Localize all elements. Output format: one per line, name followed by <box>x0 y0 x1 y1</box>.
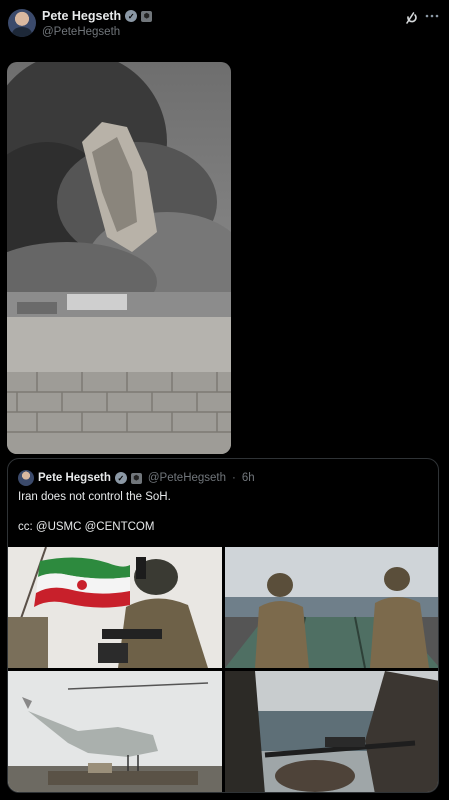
quoted-text-line-1: Iran does not control the SoH. <box>18 491 171 503</box>
quoted-author-name: Pete Hegseth <box>38 472 111 484</box>
quoted-image-helicopter[interactable] <box>8 671 222 792</box>
more-options-icon[interactable] <box>424 9 440 23</box>
verified-check-icon: ✓ <box>114 472 127 484</box>
quoted-author-avatar <box>18 470 34 486</box>
post-header: Pete Hegseth ✓ ⬢ @PeteHegseth <box>0 0 449 56</box>
author-avatar[interactable] <box>8 9 36 37</box>
author-handle[interactable]: @PeteHegseth <box>42 26 120 38</box>
government-badge-icon[interactable]: ⬢ <box>141 10 153 22</box>
quoted-post[interactable]: Pete Hegseth ✓ ⬢ @PeteHegseth · 6h Iran … <box>7 458 439 793</box>
quoted-separator: · <box>232 472 236 484</box>
quoted-image-sniper-team[interactable] <box>225 671 438 792</box>
quoted-image-boarding-team[interactable] <box>225 547 438 668</box>
quoted-author-handle: @PeteHegseth <box>147 472 227 484</box>
quoted-text-line-2: cc: @USMC @CENTCOM <box>18 521 155 533</box>
quoted-image-flag-soldier[interactable] <box>8 547 222 668</box>
government-badge-icon: ⬢ <box>130 472 142 484</box>
post-main-image[interactable] <box>7 62 231 454</box>
author-name[interactable]: Pete Hegseth <box>42 9 121 23</box>
author-name-row: Pete Hegseth ✓ ⬢ <box>42 9 153 23</box>
quoted-post-header: Pete Hegseth ✓ ⬢ @PeteHegseth · 6h <box>18 470 255 486</box>
verified-check-icon[interactable]: ✓ <box>125 10 138 22</box>
quoted-time: 6h <box>241 472 255 484</box>
quoted-media-grid <box>8 547 438 792</box>
grok-icon[interactable] <box>404 11 418 25</box>
